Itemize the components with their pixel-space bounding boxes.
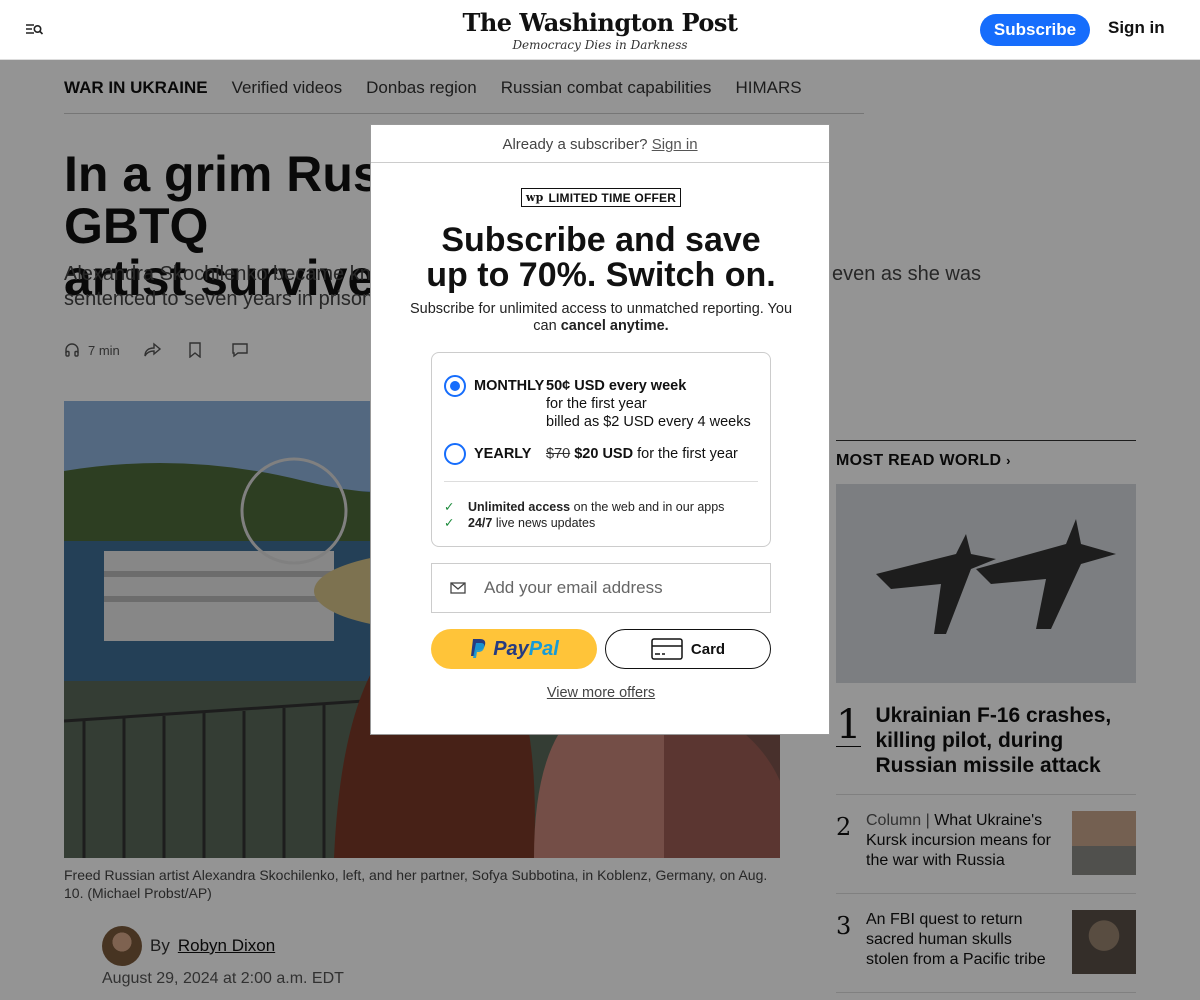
offer-title-line2: up to 70%. Switch on.: [426, 256, 776, 294]
plan-billing: billed as $2 USD every 4 weeks: [546, 414, 751, 430]
offer-subtitle-bold: cancel anytime.: [560, 318, 669, 334]
feature-text: live news updates: [495, 516, 596, 530]
plan-price: 50¢ USD every week: [546, 378, 687, 394]
modal-sign-in-link[interactable]: Sign in: [652, 136, 698, 153]
plan-detail: for the first year: [637, 446, 738, 462]
wp-logo-icon: wp: [525, 191, 544, 204]
plan-name: MONTHLY: [474, 378, 545, 394]
offer-title-line1: Subscribe and save: [441, 221, 761, 259]
old-price: $70: [546, 446, 571, 462]
paypal-button[interactable]: PayPal: [431, 629, 597, 669]
plan-name: YEARLY: [474, 446, 532, 462]
offer-title: Subscribe and save up to 70%. Switch on.: [371, 223, 831, 293]
check-icon: ✓: [444, 500, 455, 514]
payment-options: PayPal Card: [431, 629, 771, 669]
subscribe-button[interactable]: Subscribe: [980, 14, 1090, 46]
view-more-offers-link[interactable]: View more offers: [371, 685, 831, 701]
subscription-modal: Already a subscriber? Sign in wp LIMITED…: [370, 124, 830, 735]
envelope-icon: [432, 582, 484, 594]
offer-subtitle: Subscribe for unlimited access to unmatc…: [403, 301, 799, 335]
limited-offer-badge: wp LIMITED TIME OFFER: [521, 188, 681, 207]
feature-text: on the web and in our apps: [573, 500, 725, 514]
card-label: Card: [690, 640, 726, 658]
radio-yearly[interactable]: [444, 443, 466, 465]
credit-card-icon: [651, 638, 683, 660]
feature-item: ✓ Unlimited access on the web and in our…: [444, 499, 724, 515]
email-field-wrapper: [431, 563, 771, 613]
already-subscriber-bar: Already a subscriber? Sign in: [371, 125, 829, 163]
plan-detail: for the first year: [546, 396, 647, 412]
feature-list: ✓ Unlimited access on the web and in our…: [444, 499, 724, 531]
plan-yearly[interactable]: YEARLY $70 $20 USD for the first year: [444, 443, 738, 465]
feature-bold: 24/7: [468, 516, 493, 530]
site-header: The Washington Post Democracy Dies in Da…: [0, 0, 1200, 60]
sign-in-link[interactable]: Sign in: [1108, 18, 1165, 38]
radio-monthly[interactable]: [444, 375, 466, 397]
badge-text: LIMITED TIME OFFER: [548, 190, 677, 205]
paypal-label-pay: Pay: [493, 637, 529, 660]
plan-price: $20 USD: [574, 446, 634, 462]
email-input[interactable]: [484, 578, 754, 598]
paypal-icon: [471, 639, 486, 658]
divider: [444, 481, 758, 482]
feature-item: ✓ 24/7 live news updates: [444, 515, 724, 531]
card-button[interactable]: Card: [605, 629, 771, 669]
feature-bold: Unlimited access: [468, 500, 571, 514]
paypal-label-pal: Pal: [528, 637, 559, 660]
plan-selector: MONTHLY 50¢ USD every week for the first…: [431, 352, 771, 547]
plan-monthly[interactable]: MONTHLY 50¢ USD every week for the first…: [444, 375, 751, 431]
check-icon: ✓: [444, 516, 455, 530]
already-subscriber-text: Already a subscriber?: [502, 136, 648, 153]
